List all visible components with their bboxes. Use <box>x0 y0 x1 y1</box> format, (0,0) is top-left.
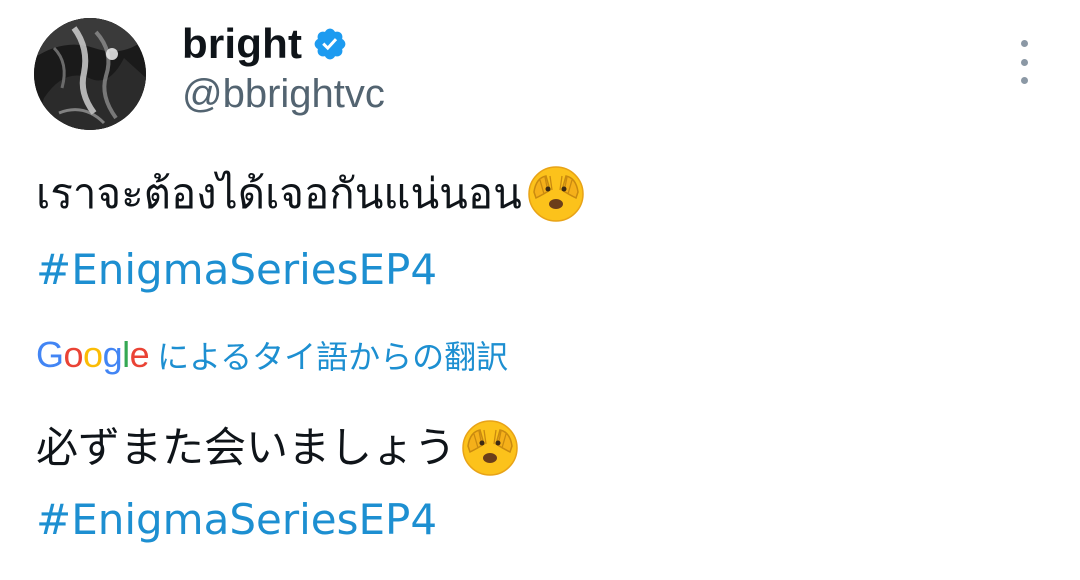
translated-text: 必ずまた会いましょう <box>36 423 457 472</box>
hashtag-line: #EnigmaSeriesEP4 <box>36 240 437 300</box>
google-letter: o <box>83 334 103 375</box>
google-letter: G <box>36 334 64 375</box>
more-vertical-icon <box>1020 40 1028 47</box>
face-peeking-emoji-icon <box>526 164 586 224</box>
avatar-photo-icon <box>34 18 146 130</box>
translation-label: によるタイ語からの翻訳 <box>157 338 509 376</box>
author-name-row: bright <box>182 16 348 72</box>
tweet-text: เราจะต้องได้เจอกันแน่นอน <box>36 169 522 218</box>
google-logo: Google <box>36 334 150 376</box>
tweet: bright @bbrightvc เราจะต้องได้เจอกันแน่น… <box>0 0 1080 580</box>
more-options-button[interactable] <box>1008 40 1040 84</box>
more-dot <box>1020 77 1028 84</box>
hashtag-link[interactable]: #EnigmaSeriesEP4 <box>36 240 437 300</box>
author-handle[interactable]: @bbrightvc <box>182 72 385 117</box>
google-letter: l <box>122 334 130 375</box>
translated-hashtag-link[interactable]: #EnigmaSeriesEP4 <box>36 490 437 550</box>
google-letter: e <box>129 334 150 375</box>
avatar[interactable] <box>34 18 146 130</box>
face-peeking-emoji-icon <box>460 418 520 478</box>
verified-badge-icon <box>312 26 348 62</box>
translated-text-line: 必ずまた会いましょう <box>36 418 520 478</box>
google-letter: o <box>63 334 84 375</box>
display-name[interactable]: bright <box>182 20 302 68</box>
tweet-text-line: เราจะต้องได้เจอกันแน่นอน <box>36 164 586 224</box>
translation-attribution[interactable]: Google によるタイ語からの翻訳 <box>36 330 508 380</box>
translated-hashtag-line: #EnigmaSeriesEP4 <box>36 490 437 550</box>
google-letter: g <box>102 334 123 375</box>
more-dot <box>1020 58 1028 66</box>
